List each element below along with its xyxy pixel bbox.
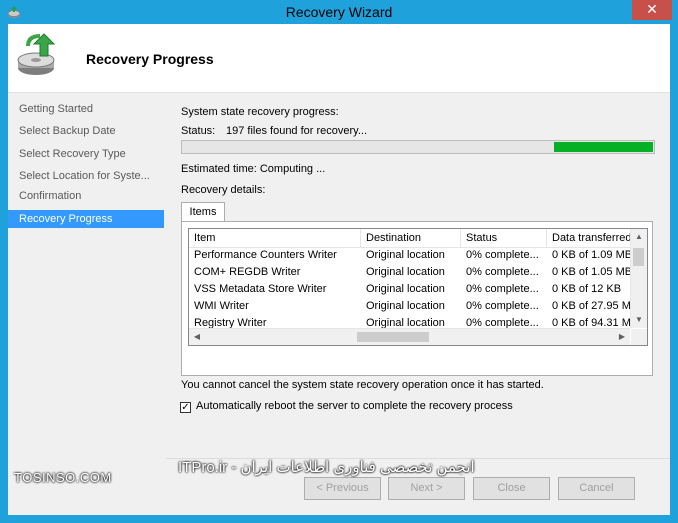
column-header-status[interactable]: Status [461, 229, 547, 247]
cell-item: COM+ REGDB Writer [194, 266, 301, 278]
table-row[interactable]: WMI Writer Original location 0% complete… [189, 298, 631, 315]
nav-step-select-backup-date[interactable]: Select Backup Date [8, 122, 164, 140]
table-row[interactable]: Performance Counters Writer Original loc… [189, 247, 631, 264]
checkmark-icon: ✓ [181, 402, 190, 413]
cell-data-transferred: 0 KB of 12 KB [552, 283, 622, 295]
wizard-step-nav: Getting Started Select Backup Date Selec… [8, 93, 164, 515]
vertical-scroll-thumb[interactable] [633, 248, 644, 266]
window-title: Recovery Wizard [285, 4, 393, 20]
cancel-button[interactable]: Cancel [558, 477, 635, 500]
status-value: 197 files found for recovery... [226, 125, 368, 137]
cell-status: 0% complete... [466, 300, 539, 312]
nav-step-recovery-progress[interactable]: Recovery Progress [8, 210, 164, 228]
column-header-destination[interactable]: Destination [361, 229, 461, 247]
cell-destination: Original location [366, 300, 445, 312]
cell-status: 0% complete... [466, 249, 539, 261]
reboot-checkbox-label[interactable]: Automatically reboot the server to compl… [196, 400, 513, 412]
scroll-up-arrow-icon[interactable]: ▲ [631, 232, 647, 241]
title-bar[interactable]: Recovery Wizard ✕ [0, 0, 678, 24]
cell-item: VSS Metadata Store Writer [194, 283, 327, 295]
nav-step-select-location[interactable]: Select Location for Syste... [8, 167, 164, 185]
progress-bar-fill [554, 142, 653, 152]
recovery-items-list: Item Destination Status Data transferred… [188, 228, 648, 346]
scrollbar-corner [631, 329, 647, 345]
status-label: Status: [181, 125, 216, 137]
horizontal-scrollbar[interactable]: ◀ ▶ [189, 328, 630, 345]
progress-heading: System state recovery progress: [181, 106, 339, 118]
wizard-content: System state recovery progress: Status: … [166, 93, 670, 515]
items-tab-panel: Item Destination Status Data transferred… [181, 221, 653, 376]
estimated-time: Estimated time: Computing ... [181, 163, 326, 175]
cell-destination: Original location [366, 249, 445, 261]
cell-destination: Original location [366, 283, 445, 295]
wizard-header: Recovery Progress [8, 24, 670, 93]
window-close-button[interactable]: ✕ [632, 0, 672, 20]
table-row[interactable]: VSS Metadata Store Writer Original locat… [189, 281, 630, 298]
page-title: Recovery Progress [86, 51, 214, 67]
horizontal-scroll-thumb[interactable] [357, 332, 429, 342]
cell-item: Performance Counters Writer [194, 249, 337, 261]
column-header-data-transferred[interactable]: Data transferred [547, 229, 631, 247]
close-button[interactable]: Close [473, 477, 550, 500]
nav-step-select-recovery-type[interactable]: Select Recovery Type [8, 145, 164, 163]
reboot-checkbox[interactable]: ✓ [180, 402, 191, 413]
watermark-tosinso: TOSINSO.COM [14, 470, 112, 485]
cell-data-transferred: 0 KB of 1.05 MB [552, 266, 631, 278]
wizard-client-area: Recovery Progress Getting Started Select… [8, 24, 670, 515]
cell-data-transferred: 0 KB of 27.95 MB [552, 300, 631, 312]
recovery-wizard-icon [17, 33, 56, 75]
recovery-details-label: Recovery details: [181, 184, 266, 196]
previous-button[interactable]: < Previous [304, 477, 381, 500]
cell-status: 0% complete... [466, 283, 539, 295]
scroll-down-arrow-icon[interactable]: ▼ [631, 315, 647, 324]
cancel-note: You cannot cancel the system state recov… [181, 379, 544, 391]
watermark-itpro: انجمن تخصصی فناوری اطلاعات ایران - ITPro… [178, 459, 475, 476]
nav-step-confirmation[interactable]: Confirmation [8, 187, 164, 205]
cell-item: WMI Writer [194, 300, 249, 312]
vertical-scrollbar[interactable]: ▲ ▼ [630, 229, 647, 328]
nav-step-getting-started[interactable]: Getting Started [8, 100, 164, 118]
scroll-left-arrow-icon[interactable]: ◀ [189, 332, 205, 341]
cell-data-transferred: 0 KB of 1.09 MB [552, 249, 631, 261]
tab-items[interactable]: Items [181, 202, 225, 222]
list-header: Item Destination Status Data transferred [189, 229, 631, 248]
cell-destination: Original location [366, 266, 445, 278]
next-button[interactable]: Next > [388, 477, 465, 500]
cell-status: 0% complete... [466, 266, 539, 278]
column-header-item[interactable]: Item [189, 229, 361, 247]
scroll-right-arrow-icon[interactable]: ▶ [614, 332, 630, 341]
recovery-progress-bar [181, 140, 655, 154]
table-row[interactable]: COM+ REGDB Writer Original location 0% c… [189, 264, 631, 281]
recovery-wizard-window: Recovery Wizard ✕ Recovery Progress Gett… [0, 0, 678, 523]
